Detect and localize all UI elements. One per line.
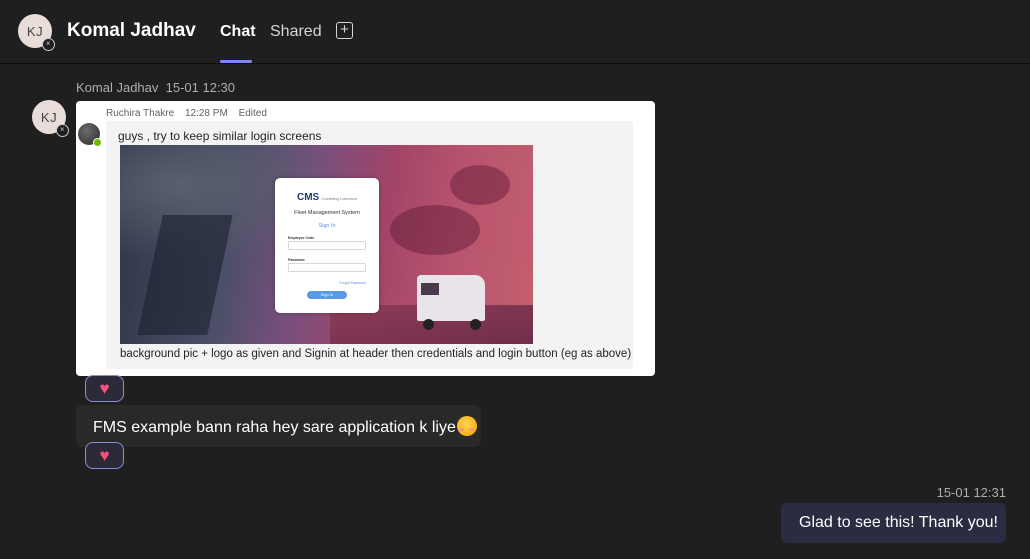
- image-rock: [390, 205, 480, 255]
- presence-available-icon: [93, 138, 102, 147]
- tab-shared[interactable]: Shared: [270, 23, 322, 41]
- incoming-message-text: FMS example bann raha hey sare applicati…: [93, 416, 477, 437]
- message-meta: Komal Jadhav 15-01 12:30: [76, 80, 235, 95]
- image-van: [417, 275, 485, 321]
- quoted-edited: Edited: [238, 108, 267, 119]
- outgoing-message-time: 15-01 12:31: [936, 485, 1006, 500]
- password-label: Password: [288, 258, 305, 262]
- presence-offline-icon: ×: [56, 124, 69, 137]
- message-time: 15-01 12:30: [165, 80, 236, 95]
- employee-code-field: [288, 241, 366, 250]
- contact-name[interactable]: Komal Jadhav: [67, 20, 196, 42]
- heart-icon: ♥: [99, 379, 110, 398]
- outgoing-message-bubble[interactable]: Glad to see this! Thank you!: [781, 503, 1006, 543]
- login-card-preview: CMS Connecting Commerce Fleet Management …: [275, 178, 379, 313]
- quoted-author-line: Ruchira Thakre 12:28 PM Edited: [106, 108, 275, 119]
- add-tab-icon[interactable]: +: [336, 22, 353, 39]
- quoted-author-avatar: [78, 123, 102, 147]
- password-field: [288, 263, 366, 272]
- quoted-time: 12:28 PM: [184, 108, 228, 119]
- quoted-caption: background pic + logo as given and Signi…: [120, 348, 632, 360]
- incoming-message-bubble[interactable]: FMS example bann raha hey sare applicati…: [76, 405, 481, 447]
- login-signin-tab: Sign In: [318, 223, 336, 229]
- forgot-password-link: Forgot Password: [339, 281, 366, 285]
- heart-icon: ♥: [99, 446, 110, 465]
- avatar-initials: KJ: [26, 23, 44, 39]
- heart-reaction[interactable]: ♥: [85, 442, 124, 469]
- active-tab-indicator: [220, 60, 252, 63]
- quoted-text: guys , try to keep similar login screens: [118, 129, 322, 143]
- contact-avatar[interactable]: KJ ×: [18, 14, 55, 51]
- forwarded-message-card[interactable]: Ruchira Thakre 12:28 PM Edited guys , tr…: [76, 101, 655, 376]
- image-rock: [450, 165, 510, 205]
- presence-offline-icon: ×: [42, 38, 55, 51]
- tab-chat[interactable]: Chat: [220, 23, 256, 41]
- login-title: Fleet Management System: [294, 210, 360, 216]
- outgoing-message-text: Glad to see this! Thank you!: [799, 514, 998, 531]
- image-shadow: [137, 215, 233, 335]
- quoted-message-body: guys , try to keep similar login screens…: [106, 121, 633, 369]
- cms-logo: CMS Connecting Commerce: [297, 192, 358, 203]
- image-wheel: [470, 319, 481, 330]
- login-signin-button: Sign In: [307, 291, 347, 299]
- employee-code-label: Employee Code: [288, 236, 315, 240]
- smiling-face-icon: [456, 416, 477, 436]
- heart-reaction[interactable]: ♥: [85, 375, 124, 402]
- quoted-author-name: Ruchira Thakre: [106, 108, 175, 119]
- sender-avatar[interactable]: KJ ×: [32, 100, 69, 137]
- chat-header: KJ × Komal Jadhav Chat Shared +: [0, 0, 1030, 64]
- message-sender: Komal Jadhav: [76, 80, 159, 95]
- image-wheel: [423, 319, 434, 330]
- login-screen-image[interactable]: CMS Connecting Commerce Fleet Management …: [120, 145, 533, 344]
- avatar-initials: KJ: [40, 109, 58, 125]
